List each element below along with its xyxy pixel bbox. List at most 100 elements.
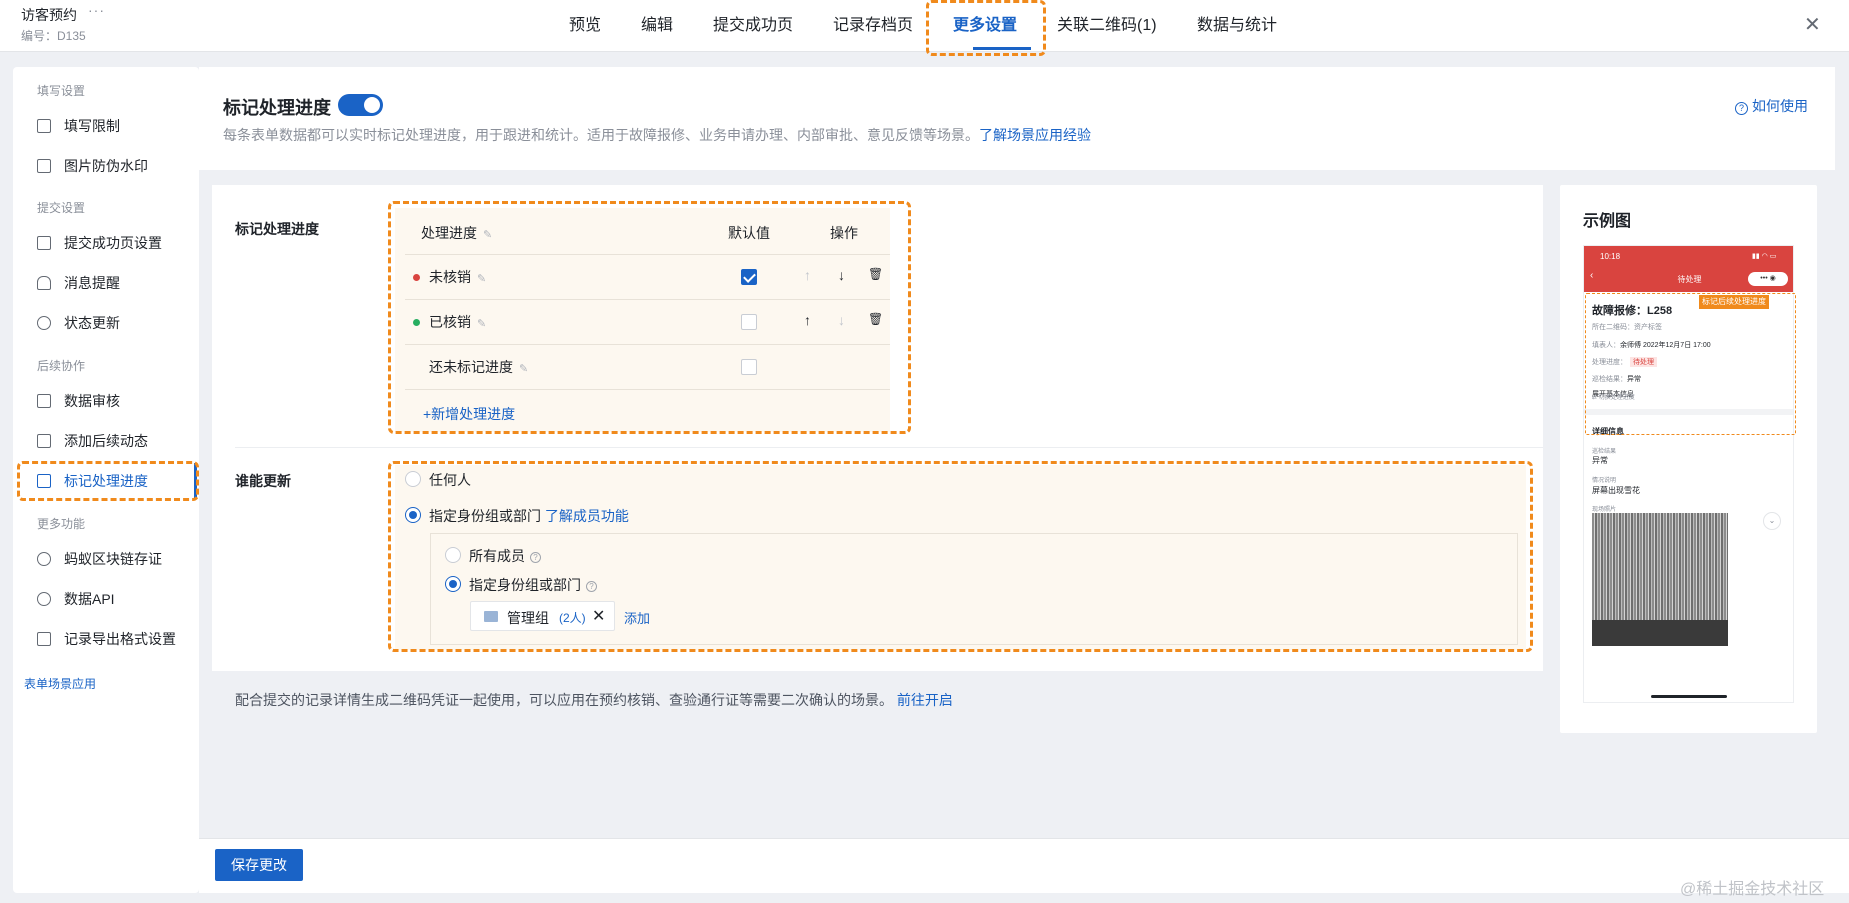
refresh-icon [37,316,51,330]
tab-record-archive[interactable]: 记录存档页 [833,0,913,52]
default-checkbox[interactable] [741,359,757,375]
sidebar-item-mark-progress[interactable]: 标记处理进度 [37,467,197,495]
page-description: 每条表单数据都可以实时标记处理进度，用于跟进和统计。适用于故障报修、业务申请办理… [223,127,1091,143]
help-icon[interactable]: ? [586,581,597,592]
section-divider [235,447,1543,448]
save-bar [199,838,1849,893]
detail-value: 屏幕出现雪花 [1592,486,1640,495]
folder-icon [484,611,498,622]
sidebar-section-submit: 提交设置 [37,201,86,215]
more-icon[interactable]: ··· [88,2,105,18]
pencil-icon[interactable]: ✎ [477,272,486,285]
progress-label: 标记处理进度 [235,221,319,237]
radio-all-members[interactable] [445,547,461,563]
sidebar-item-image-watermark[interactable]: 图片防伪水印 [37,152,197,180]
settings-header [199,67,1835,170]
scenario-link[interactable]: 了解场景应用经验 [979,127,1091,143]
sidebar-item-export-format[interactable]: 记录导出格式设置 [37,625,197,653]
sidebar-item-data-review[interactable]: 数据审核 [37,387,197,415]
sidebar-item-submit-success[interactable]: 提交成功页设置 [37,229,197,257]
phone-line: 巡检结果：异常 [1592,376,1641,383]
radio-specified[interactable] [405,507,421,523]
form-scenario-link[interactable]: 表单场景应用 [24,675,96,692]
help-icon[interactable]: ? [530,552,541,563]
sidebar-section-collab: 后续协作 [37,359,86,373]
page-title: 标记处理进度 [223,98,331,118]
site-photo [1592,513,1728,646]
table-row: 还未标记进度 ✎ [405,345,890,390]
tab-preview[interactable]: 预览 [569,0,601,52]
add-group-link[interactable]: 添加 [624,608,650,627]
move-down-icon[interactable]: ↓ [838,267,845,283]
close-icon[interactable]: ✕ [1804,12,1821,37]
sidebar-item-blockchain[interactable]: 蚂蚁区块链存证 [37,545,197,573]
red-dot-icon [413,274,420,281]
move-up-icon[interactable]: ↑ [804,312,811,328]
option-specified: 指定身份组或部门 了解成员功能 [429,508,629,524]
progress-toggle[interactable] [338,94,383,116]
delete-icon[interactable]: 🗑 [868,312,883,326]
edit-icon [37,119,51,133]
settings-sidebar: 填写设置 填写限制 图片防伪水印 提交设置 提交成功页设置 消息提醒 状态更新 … [13,67,199,893]
app-title: 访客预约 [21,7,77,23]
phone-separator [1584,409,1793,415]
move-down-icon[interactable]: ↓ [838,312,845,328]
progress-name: 已核销 [429,314,471,330]
phone-toolbar: ⇄ 切换处理进度 [1592,395,1635,401]
phone-line: 所在二维码：资产标签 [1592,324,1662,331]
radio-specified-group[interactable] [445,576,461,592]
sidebar-item-notification[interactable]: 消息提醒 [37,269,197,297]
delete-icon[interactable]: 🗑 [868,267,883,281]
watermark: @稀土掘金技术社区 [1680,881,1825,898]
who-label: 谁能更新 [235,473,291,489]
phone-detail-title: 详细信息 [1592,427,1624,436]
progress-table: 处理进度 ✎ 默认值 操作 未核销 ✎ ↑ ↓ 🗑 已核销 ✎ ↑ ↓ 🗑 还未标记进… [395,208,890,432]
tab-linked-qrcode[interactable]: 关联二维码(1) [1057,0,1157,52]
stamp-icon [37,394,51,408]
move-up-icon[interactable]: ↑ [804,267,811,283]
qrcode-note: 配合提交的记录详情生成二维码凭证一起使用，可以应用在预约核销、查验通行证等需要二… [235,692,953,708]
tab-more-settings[interactable]: 更多设置 [953,0,1017,52]
detail-key: 情况说明 [1592,478,1617,484]
table-row: 已核销 ✎ ↑ ↓ 🗑 [405,300,890,345]
active-tab-indicator [973,47,1031,50]
phone-badge: 标记后续处理进度 [1699,295,1769,309]
sidebar-item-fill-limit[interactable]: 填写限制 [37,112,197,140]
pencil-icon[interactable]: ✎ [477,317,486,330]
table-header: 处理进度 ✎ 默认值 操作 [405,208,890,255]
bell-icon [37,276,51,290]
image-icon [37,159,51,173]
default-checkbox[interactable] [741,314,757,330]
sidebar-item-status-update[interactable]: 状态更新 [37,309,197,337]
remove-icon[interactable]: ✕ [592,606,605,626]
tab-submit-success[interactable]: 提交成功页 [713,0,793,52]
green-dot-icon [413,319,420,326]
col-progress-header: 处理进度 [421,225,477,241]
note-icon [37,434,51,448]
add-progress-button[interactable]: +新增处理进度 [423,404,515,424]
member-feature-link[interactable]: 了解成员功能 [545,508,629,524]
go-enable-link[interactable]: 前往开启 [897,692,953,708]
default-checkbox[interactable] [741,269,757,285]
blockchain-icon [37,552,51,566]
progress-name: 还未标记进度 [429,359,513,375]
export-icon [37,632,51,646]
radio-anyone[interactable] [405,471,421,487]
example-phone: 10:18 ▮▮ ◠ ▭ ‹ 待处理 ••• ◉ 故障报修：L258 标记后续处… [1583,245,1794,703]
pencil-icon[interactable]: ✎ [483,228,492,241]
phone-line: 处理进度： 待处理 [1592,357,1657,367]
progress-icon [37,474,51,488]
option-all-members: 所有成员? [469,546,541,566]
save-button[interactable]: 保存更改 [215,849,303,881]
sidebar-section-fill: 填写设置 [37,84,86,98]
tab-data-stats[interactable]: 数据与统计 [1197,0,1277,52]
tab-edit[interactable]: 编辑 [641,0,673,52]
sidebar-item-data-api[interactable]: 数据API [37,585,197,613]
link-icon [37,592,51,606]
sidebar-item-add-followup[interactable]: 添加后续动态 [37,427,197,455]
group-name: 管理组 [507,610,549,626]
help-icon: ? [1735,102,1748,115]
pencil-icon[interactable]: ✎ [519,362,528,375]
help-link[interactable]: ? 如何使用 [1735,96,1808,116]
sidebar-section-more: 更多功能 [37,517,86,531]
